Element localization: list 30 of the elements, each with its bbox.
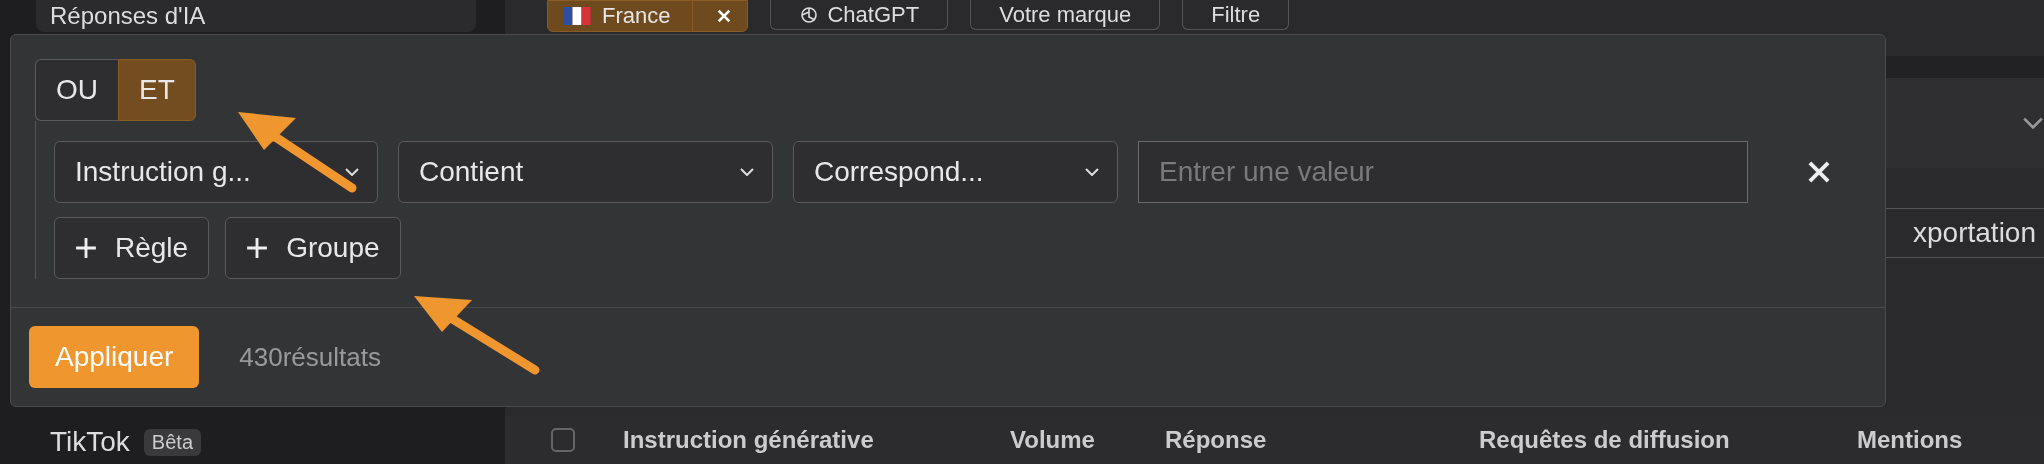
- operator-select[interactable]: Contient: [398, 141, 773, 203]
- filter-bar-button[interactable]: Filtre: [1182, 0, 1290, 30]
- filter-bar-button[interactable]: Votre marque: [970, 0, 1161, 30]
- match-select[interactable]: Correspond...: [793, 141, 1118, 203]
- add-button[interactable]: Groupe: [225, 217, 401, 279]
- column-header: Réponse: [1165, 426, 1267, 454]
- plus-icon: [246, 237, 269, 259]
- country-chip[interactable]: France: [547, 0, 749, 32]
- filter-bar-button[interactable]: ChatGPT: [770, 0, 949, 30]
- plus-icon: [75, 237, 97, 259]
- chevron-down-icon: [1085, 168, 1099, 176]
- column-header: Requêtes de diffusion: [1479, 426, 1730, 454]
- add-button[interactable]: Règle: [54, 217, 210, 279]
- chevron-down-icon: [345, 168, 359, 176]
- logic-toggle[interactable]: OU: [35, 59, 118, 121]
- close-icon[interactable]: [1806, 159, 1832, 185]
- chevron-down-icon[interactable]: [2022, 116, 2044, 130]
- chevron-down-icon: [740, 168, 754, 176]
- column-header: Volume: [1010, 426, 1095, 454]
- flag-icon: [562, 7, 592, 25]
- beta-badge: Bêta: [143, 428, 201, 456]
- logic-toggle[interactable]: ET: [118, 59, 196, 121]
- field-select[interactable]: Instruction g...: [54, 141, 378, 203]
- sidebar-item[interactable]: Réponses d'IA: [36, 0, 476, 32]
- select-all-checkbox[interactable]: [551, 428, 575, 452]
- value-field[interactable]: Entrer une valeur: [1138, 141, 1748, 203]
- sidebar-item[interactable]: TikTok: [50, 426, 130, 458]
- column-header: Instruction générative: [623, 426, 874, 454]
- results-count: 430résultats: [239, 341, 381, 373]
- column-header: Mentions: [1857, 426, 1963, 454]
